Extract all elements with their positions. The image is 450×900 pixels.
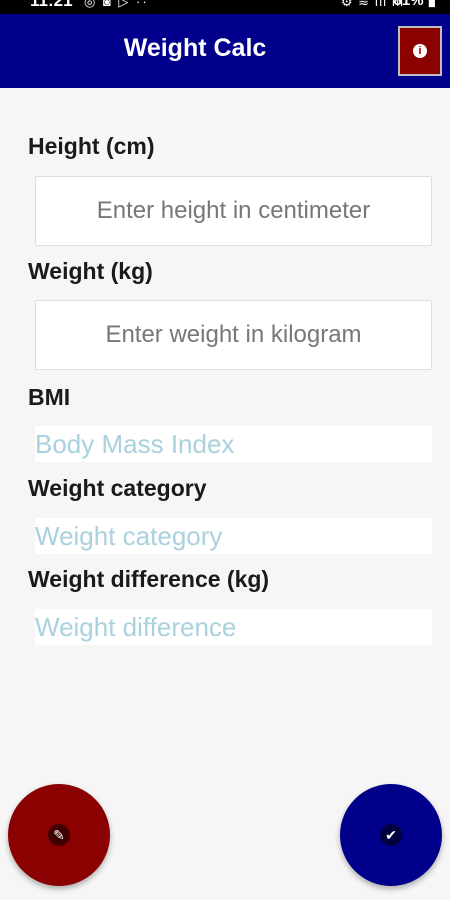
status-bar: 11:21 ◎ ◙ ▷ ·· ⚙ ≋ ıll ıll 81% ▮	[0, 0, 450, 14]
edit-button[interactable]: ✎	[8, 784, 110, 886]
weight-difference-label: Weight difference (kg)	[28, 566, 270, 592]
battery-indicator: 81% ▮	[393, 0, 436, 9]
checkmark-icon: ✔	[380, 824, 402, 846]
weight-difference-output: Weight difference	[35, 609, 432, 645]
app-title: Weight Calc	[123, 34, 267, 62]
app-bar: Weight Calc i	[0, 14, 450, 88]
notification-icons: ◎ ◙ ▷ ··	[84, 0, 149, 9]
height-label: Height (cm)	[28, 133, 155, 159]
weight-label: Weight (kg)	[28, 258, 153, 284]
info-button[interactable]: i	[398, 26, 442, 76]
weight-input[interactable]	[35, 300, 432, 370]
bmi-label: BMI	[28, 384, 71, 410]
weight-category-output: Weight category	[35, 518, 432, 554]
calculate-button[interactable]: ✔	[340, 784, 442, 886]
info-icon: i	[413, 44, 427, 58]
bmi-output: Body Mass Index	[35, 426, 432, 462]
weight-category-label: Weight category	[28, 475, 207, 501]
pencil-icon: ✎	[48, 824, 70, 846]
status-time: 11:21	[30, 0, 73, 10]
height-input[interactable]	[35, 176, 432, 246]
